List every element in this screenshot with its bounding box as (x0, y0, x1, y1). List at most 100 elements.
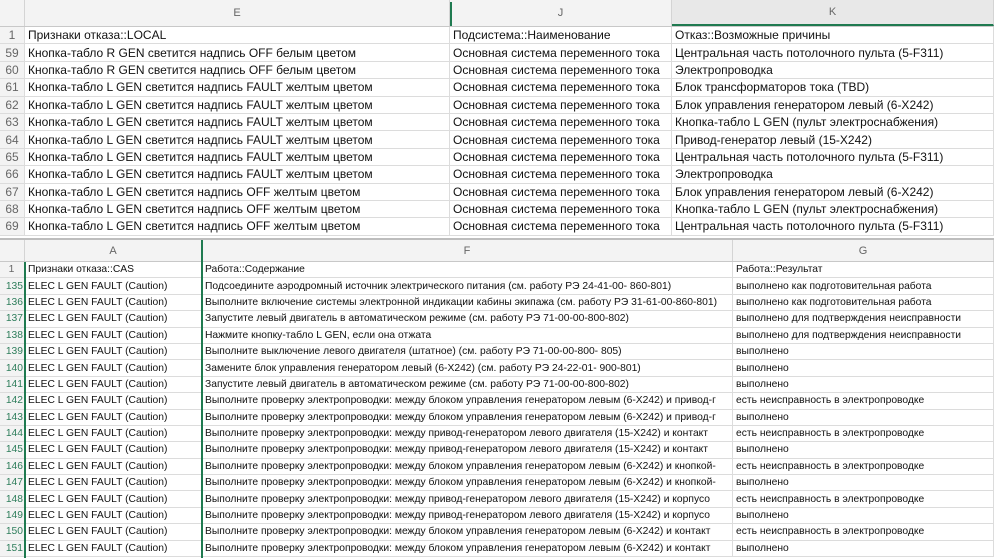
cell[interactable]: Основная система переменного тока (450, 61, 672, 79)
cell[interactable]: Запустите левый двигатель в автоматическ… (202, 376, 733, 393)
row-number[interactable]: 59 (0, 44, 25, 61)
cell[interactable]: Основная система переменного тока (450, 113, 672, 131)
row-number[interactable]: 1 (0, 262, 25, 278)
cell[interactable]: Выполните включение системы электронной … (202, 294, 733, 311)
cell[interactable]: Выполните проверку электропроводки: межд… (202, 540, 733, 557)
cell[interactable]: ELEC L GEN FAULT (Caution) (25, 278, 202, 294)
column-header[interactable]: A (25, 240, 202, 261)
row-number[interactable]: 68 (0, 200, 25, 218)
column-header[interactable]: E (25, 0, 450, 26)
cell[interactable]: выполнено (733, 507, 994, 524)
cell[interactable]: Кнопка-табло L GEN светится надпись FAUL… (25, 96, 450, 113)
row-number[interactable]: 137 (0, 311, 25, 327)
cell[interactable]: Замените блок управления генератором лев… (202, 360, 733, 376)
cell[interactable]: выполнено для подтверждения неисправност… (733, 311, 994, 327)
cell[interactable]: ELEC L GEN FAULT (Caution) (25, 458, 202, 475)
cell[interactable]: ELEC L GEN FAULT (Caution) (25, 524, 202, 540)
row-number[interactable]: 138 (0, 327, 25, 343)
cell[interactable]: ELEC L GEN FAULT (Caution) (25, 360, 202, 376)
cell[interactable]: выполнено (733, 360, 994, 376)
cell[interactable]: Кнопка-табло L GEN (пульт электроснабжен… (672, 113, 994, 131)
cell[interactable]: Выполните проверку электропроводки: межд… (202, 491, 733, 507)
cell[interactable]: есть неисправность в электропроводке (733, 491, 994, 507)
cell[interactable]: выполнено (733, 442, 994, 458)
cell[interactable]: есть неисправность в электропроводке (733, 524, 994, 540)
cell[interactable]: Центральная часть потолочного пульта (5-… (672, 148, 994, 166)
cell[interactable]: ELEC L GEN FAULT (Caution) (25, 507, 202, 524)
row-number[interactable]: 61 (0, 79, 25, 96)
cell[interactable]: Центральная часть потолочного пульта (5-… (672, 44, 994, 61)
row-number[interactable]: 151 (0, 540, 25, 557)
cell[interactable]: Кнопка-табло L GEN светится надпись FAUL… (25, 166, 450, 183)
row-number[interactable]: 63 (0, 113, 25, 131)
header-cell[interactable]: Признаки отказа::CAS (25, 262, 202, 278)
cell[interactable]: Блок управления генератором левый (6-X24… (672, 183, 994, 200)
cell[interactable]: Центральная часть потолочного пульта (5-… (672, 218, 994, 235)
cell[interactable]: выполнено (733, 540, 994, 557)
cell[interactable]: Выполните проверку электропроводки: межд… (202, 425, 733, 442)
cell[interactable]: выполнено (733, 475, 994, 491)
row-number[interactable]: 149 (0, 507, 25, 524)
cell[interactable]: Подсоедините аэродромный источник электр… (202, 278, 733, 294)
cell[interactable]: Электропроводка (672, 166, 994, 183)
cell[interactable]: есть неисправность в электропроводке (733, 393, 994, 409)
cell[interactable]: Основная система переменного тока (450, 200, 672, 218)
cell[interactable]: Кнопка-табло L GEN светится надпись OFF … (25, 183, 450, 200)
cell[interactable]: ELEC L GEN FAULT (Caution) (25, 343, 202, 360)
cell[interactable]: Нажмите кнопку-табло L GEN, если она отж… (202, 327, 733, 343)
cell[interactable]: Выполните проверку электропроводки: межд… (202, 393, 733, 409)
cell[interactable]: Выполните проверку электропроводки: межд… (202, 524, 733, 540)
cell[interactable]: Выполните проверку электропроводки: межд… (202, 409, 733, 425)
row-number[interactable]: 141 (0, 376, 25, 393)
cell[interactable]: ELEC L GEN FAULT (Caution) (25, 294, 202, 311)
row-number[interactable]: 66 (0, 166, 25, 183)
cell[interactable]: Кнопка-табло L GEN светится надпись FAUL… (25, 131, 450, 148)
cell[interactable]: Выполните проверку электропроводки: межд… (202, 442, 733, 458)
row-number[interactable]: 140 (0, 360, 25, 376)
cell[interactable]: Основная система переменного тока (450, 218, 672, 235)
cell[interactable]: выполнено для подтверждения неисправност… (733, 327, 994, 343)
column-header[interactable]: K (672, 0, 994, 26)
row-number[interactable]: 65 (0, 148, 25, 166)
header-cell[interactable]: Работа::Содержание (202, 262, 733, 278)
row-number[interactable]: 1 (0, 27, 25, 44)
cell[interactable]: Основная система переменного тока (450, 148, 672, 166)
cell[interactable]: Основная система переменного тока (450, 44, 672, 61)
cell[interactable]: Привод-генератор левый (15-X242) (672, 131, 994, 148)
cell[interactable]: выполнено (733, 376, 994, 393)
cell[interactable]: ELEC L GEN FAULT (Caution) (25, 442, 202, 458)
cell[interactable]: ELEC L GEN FAULT (Caution) (25, 311, 202, 327)
column-header[interactable]: F (202, 240, 733, 261)
column-header[interactable]: J (450, 0, 672, 26)
cell[interactable]: Кнопка-табло R GEN светится надпись OFF … (25, 44, 450, 61)
cell[interactable]: Электропроводка (672, 61, 994, 79)
cell[interactable]: ELEC L GEN FAULT (Caution) (25, 491, 202, 507)
cell[interactable]: Основная система переменного тока (450, 183, 672, 200)
cell[interactable]: Выполните выключение левого двигателя (ш… (202, 343, 733, 360)
cell[interactable]: выполнено как подготовительная работа (733, 294, 994, 311)
column-header[interactable]: G (733, 240, 994, 261)
cell[interactable]: Кнопка-табло R GEN светится надпись OFF … (25, 61, 450, 79)
cell[interactable]: Выполните проверку электропроводки: межд… (202, 507, 733, 524)
cell[interactable]: есть неисправность в электропроводке (733, 425, 994, 442)
cell[interactable]: есть неисправность в электропроводке (733, 458, 994, 475)
cell[interactable]: ELEC L GEN FAULT (Caution) (25, 376, 202, 393)
cell[interactable]: Основная система переменного тока (450, 131, 672, 148)
row-number[interactable]: 136 (0, 294, 25, 311)
cell[interactable]: выполнено (733, 409, 994, 425)
cell[interactable]: ELEC L GEN FAULT (Caution) (25, 475, 202, 491)
cell[interactable]: ELEC L GEN FAULT (Caution) (25, 425, 202, 442)
row-number[interactable]: 139 (0, 343, 25, 360)
cell[interactable]: Выполните проверку электропроводки: межд… (202, 458, 733, 475)
row-number[interactable]: 67 (0, 183, 25, 200)
cell[interactable]: Кнопка-табло L GEN светится надпись OFF … (25, 218, 450, 235)
row-number[interactable]: 146 (0, 458, 25, 475)
cell[interactable]: Кнопка-табло L GEN светится надпись FAUL… (25, 113, 450, 131)
cell[interactable]: Кнопка-табло L GEN светится надпись FAUL… (25, 148, 450, 166)
row-number[interactable]: 144 (0, 425, 25, 442)
cell[interactable]: Блок трансформаторов тока (TBD) (672, 79, 994, 96)
row-number[interactable]: 150 (0, 524, 25, 540)
row-number[interactable]: 60 (0, 61, 25, 79)
row-number[interactable]: 145 (0, 442, 25, 458)
cell[interactable]: ELEC L GEN FAULT (Caution) (25, 540, 202, 557)
